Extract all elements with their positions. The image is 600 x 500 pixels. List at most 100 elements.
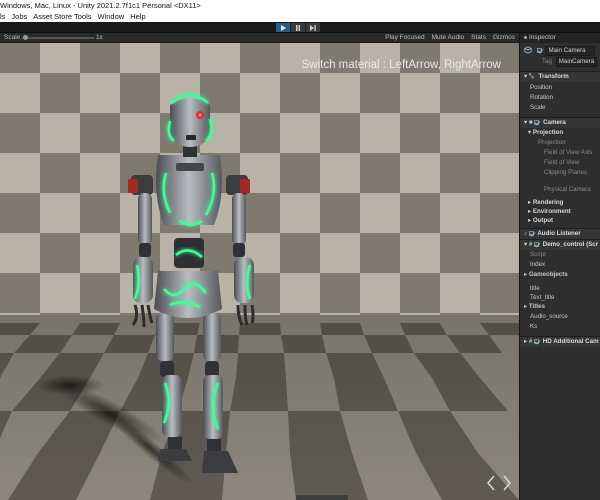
menu-bar: ls Jobs Asset Store Tools Window Help (0, 11, 600, 22)
object-active-checkbox[interactable] (536, 47, 542, 53)
menu-item-window[interactable]: Window (98, 11, 125, 22)
rendering-foldout[interactable]: ▸ Rendering (520, 199, 600, 207)
titles-foldout[interactable]: ▸ Titles (520, 303, 600, 311)
camera-icon: ■ (528, 119, 533, 126)
stats-toggle[interactable]: Stats (471, 33, 486, 43)
inspector-tab-label: Inspector (529, 34, 556, 41)
output-label: Output (532, 217, 554, 224)
chevron-right-icon: ▸ (524, 303, 528, 310)
play-focused-dropdown[interactable]: Play Focused (385, 33, 424, 43)
transform-header[interactable]: ▾ ⤡ Transform (520, 71, 600, 82)
environment-label: Environment (532, 208, 571, 215)
physical-camera-field[interactable]: Physical Camera (520, 186, 600, 194)
audio-listener-title: Audio Listener (537, 230, 581, 237)
game-view: Scale 1x Play Focused Mute Audio Stats G… (0, 33, 519, 500)
menu-item-jobs[interactable]: Jobs (11, 11, 27, 22)
chevron-right-icon: ▸ (528, 199, 532, 206)
inspector-tab[interactable]: Inspector (520, 33, 600, 43)
clipping-planes-field[interactable]: Clipping Planes (520, 169, 600, 177)
transform-position: Position (530, 84, 553, 91)
inspector-tab-icon (524, 35, 527, 39)
main-toolbar (0, 22, 600, 33)
window-title-bar: Windows, Mac, Linux - Unity 2021.2.7f1c1… (0, 0, 600, 11)
scale-value: 1x (96, 34, 103, 41)
audio-source-field[interactable]: Audio_source (520, 313, 600, 321)
demo-control-title: Demo_control (Scr (542, 241, 599, 248)
step-button[interactable] (306, 23, 320, 32)
index-field[interactable]: Index (520, 261, 600, 269)
chevron-down-icon: ▾ (524, 241, 528, 248)
chevron-right-icon: ▸ (524, 271, 528, 278)
pause-icon (296, 24, 300, 31)
play-controls (276, 23, 320, 32)
projection-field[interactable]: Projection (520, 139, 600, 147)
chevron-down-icon: ▾ (524, 119, 528, 126)
tag-dropdown[interactable]: MainCamera (555, 57, 598, 67)
rendering-label: Rendering (532, 199, 564, 206)
mute-audio-toggle[interactable]: Mute Audio (432, 33, 465, 43)
script-field: Script (530, 251, 546, 258)
transform-rotation: Rotation (530, 94, 554, 101)
environment-foldout[interactable]: ▸ Environment (520, 208, 600, 216)
chevron-right-icon: ▸ (528, 208, 532, 215)
cube-icon (524, 46, 532, 55)
chevron-left-icon[interactable] (486, 475, 496, 491)
titles-label: Titles (528, 303, 545, 310)
ks-field[interactable]: Ks (520, 323, 600, 331)
projection-foldout[interactable]: ▾ Projection (520, 129, 600, 137)
title-field[interactable]: title (520, 285, 600, 293)
object-name-field[interactable]: Main Camera (545, 46, 596, 56)
play-button[interactable] (276, 23, 290, 32)
material-switch-hint: Switch material : LeftArrow, RightArrow (301, 59, 501, 71)
chevron-down-icon: ▾ (524, 73, 528, 80)
demo-control-checkbox[interactable] (534, 241, 540, 247)
menu-item-help[interactable]: Help (130, 11, 145, 22)
scale-slider[interactable] (22, 35, 94, 40)
chevron-down-icon: ▾ (528, 129, 532, 136)
robot-head (167, 93, 213, 147)
chevron-right-icon[interactable] (502, 475, 512, 491)
object-header: Main Camera (520, 46, 600, 56)
audio-listener-header[interactable]: ♪ Audio Listener (520, 228, 600, 239)
headphones-icon: ♪ (524, 230, 528, 237)
transform-scale: Scale (530, 104, 546, 111)
material-nav-arrows (486, 475, 512, 491)
hd-camera-header[interactable]: ▸ # HD Additional Cam (520, 336, 600, 347)
menu-item-asset-store-tools[interactable]: Asset Store Tools (33, 11, 91, 22)
pause-button[interactable] (291, 23, 305, 32)
gizmos-dropdown[interactable]: Gizmos (493, 33, 515, 43)
chevron-right-icon: ▸ (524, 338, 528, 345)
audio-listener-checkbox[interactable] (528, 230, 534, 236)
menu-item-ls[interactable]: ls (0, 11, 5, 22)
fov-field[interactable]: Field of View (520, 159, 600, 167)
camera-header[interactable]: ▾ ■ Camera (520, 117, 600, 128)
play-icon (281, 24, 286, 31)
tag-label: Tag (542, 58, 552, 65)
script-icon: # (528, 241, 533, 248)
horizontal-scrollbar[interactable] (296, 495, 348, 500)
window-title: Windows, Mac, Linux - Unity 2021.2.7f1c1… (0, 1, 201, 10)
hd-camera-title: HD Additional Cam (542, 338, 599, 345)
projection-group-label: Projection (532, 129, 564, 136)
scale-label: Scale (4, 34, 21, 41)
demo-control-header[interactable]: ▾ # Demo_control (Scr (520, 239, 600, 250)
hd-camera-checkbox[interactable] (534, 338, 540, 344)
output-foldout[interactable]: ▸ Output (520, 217, 600, 225)
fov-axis-field[interactable]: Field of View Axis (520, 149, 600, 157)
scene-render (0, 43, 519, 500)
text-title-field[interactable]: Text_title (520, 294, 600, 302)
transform-title: Transform (538, 73, 569, 80)
game-view-toolbar: Scale 1x Play Focused Mute Audio Stats G… (0, 33, 519, 43)
scale-slider-knob[interactable] (23, 35, 28, 40)
script-icon: # (528, 338, 533, 345)
gameobjects-foldout[interactable]: ▸ Gameobjects (520, 271, 600, 279)
inspector-panel: Inspector Main Camera Tag MainCamera ▾ ⤡… (519, 33, 600, 500)
transform-icon: ⤡ (528, 73, 534, 80)
tag-row: Tag MainCamera (520, 57, 600, 67)
gameobjects-label: Gameobjects (528, 271, 568, 278)
step-icon (310, 24, 316, 31)
game-viewport[interactable]: Switch material : LeftArrow, RightArrow (0, 43, 519, 500)
chevron-right-icon: ▸ (528, 217, 532, 224)
camera-title: Camera (543, 119, 566, 126)
camera-enabled-checkbox[interactable] (534, 119, 540, 125)
